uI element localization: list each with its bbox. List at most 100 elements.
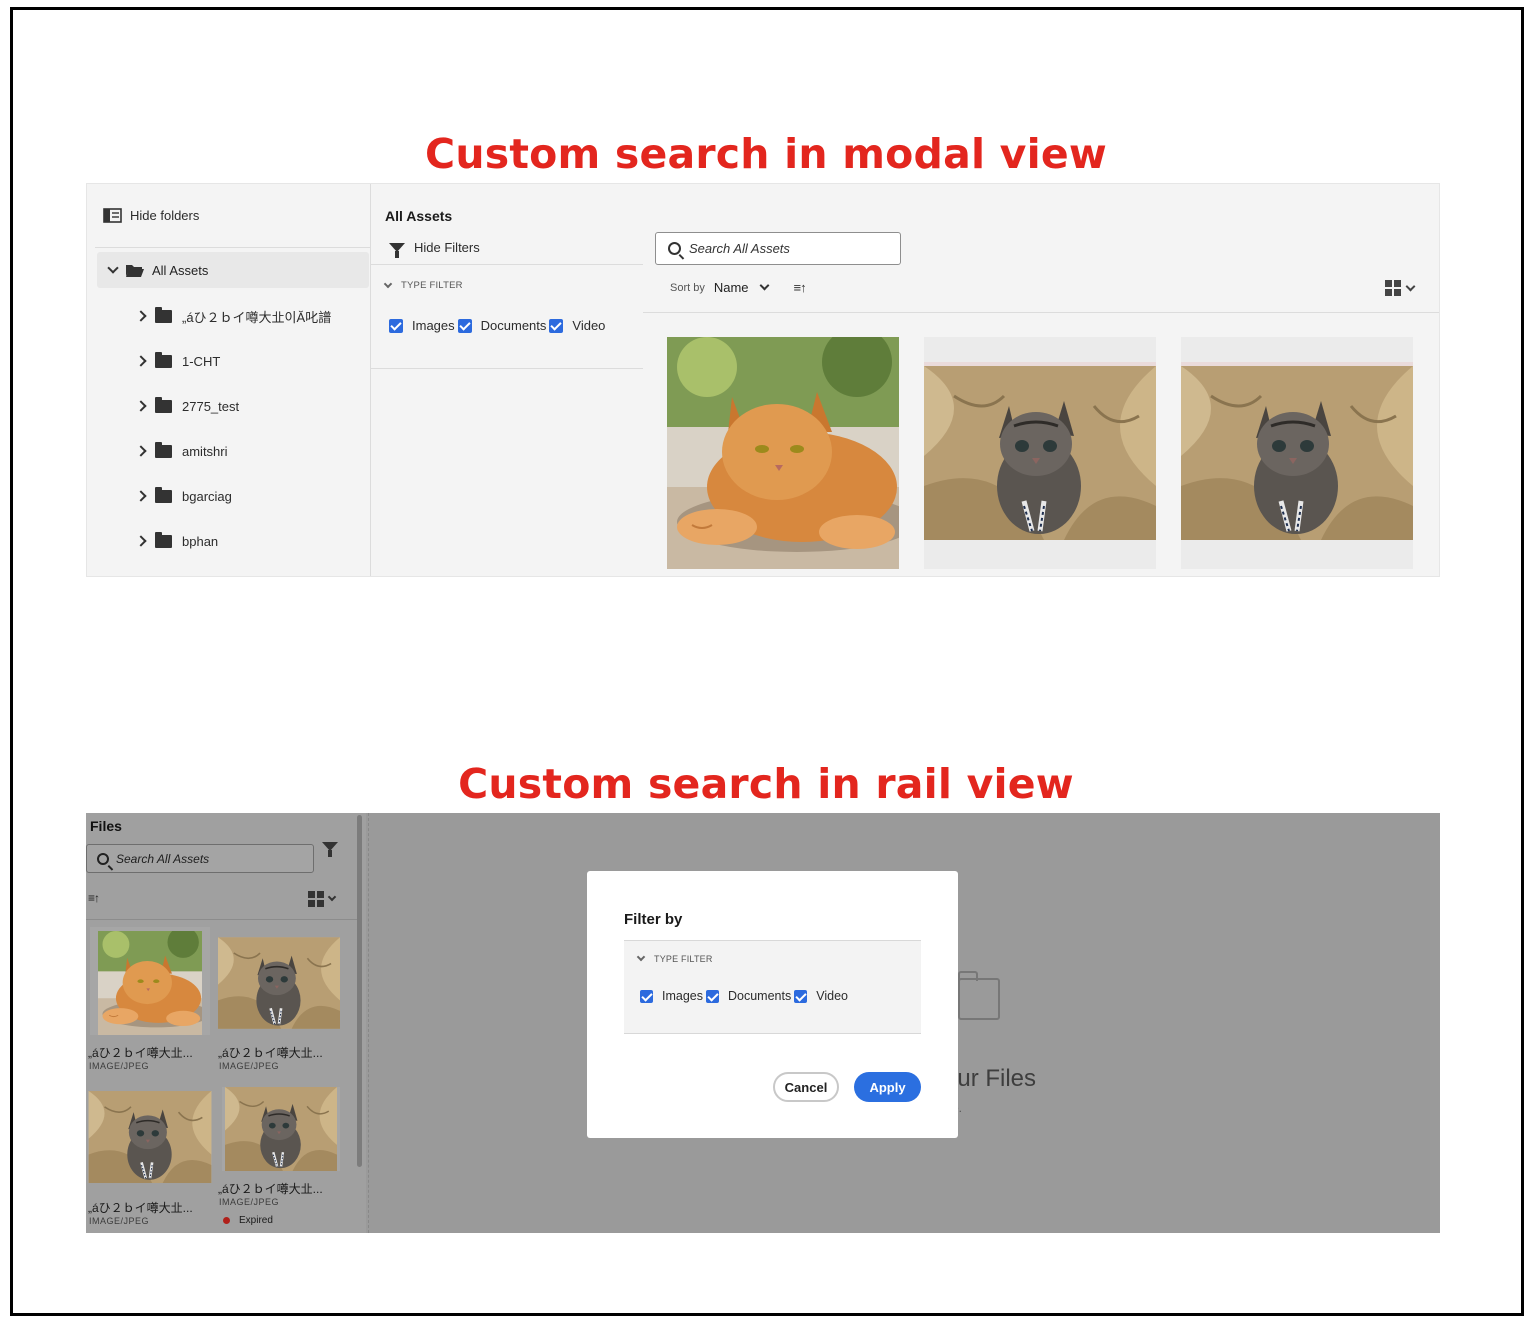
asset-thumbnail-tabby-kitten[interactable] xyxy=(218,937,340,1029)
modal-view-heading: Custom search in modal view xyxy=(425,130,1107,178)
hide-filters-button[interactable]: Hide Filters xyxy=(389,240,480,258)
type-filter-toggle[interactable]: TYPE FILTER xyxy=(636,952,713,964)
cancel-button[interactable]: Cancel xyxy=(773,1072,839,1102)
view-mode-toggle[interactable] xyxy=(308,891,337,907)
search-input[interactable]: Search All Assets xyxy=(655,232,901,265)
tree-item-folder[interactable]: 2775_test xyxy=(135,396,240,416)
files-rail: Files Search All Assets ≡↑ „áひ２ｂイ噂大㐀... … xyxy=(86,813,366,1233)
tree-item-label: All Assets xyxy=(152,262,209,278)
chevron-down-icon[interactable] xyxy=(107,262,119,274)
chevron-down-icon[interactable] xyxy=(759,280,769,291)
panel-title: All Assets xyxy=(385,208,453,224)
images-label: Images xyxy=(662,989,703,1003)
divider xyxy=(371,264,643,265)
hide-filters-label: Hide Filters xyxy=(414,240,480,255)
grid-view-icon xyxy=(308,891,324,907)
asset-name: „áひ２ｂイ噂大㐀... xyxy=(88,1046,193,1060)
search-placeholder: Search All Assets xyxy=(116,851,210,866)
chevron-right-icon[interactable] xyxy=(135,355,147,367)
asset-thumbnail-tabby-kitten[interactable] xyxy=(88,1091,212,1183)
documents-label: Documents xyxy=(480,318,547,333)
asset-thumbnail-ginger-cat[interactable] xyxy=(90,927,210,1035)
apply-button[interactable]: Apply xyxy=(854,1072,921,1102)
images-checkbox[interactable] xyxy=(389,318,403,333)
type-filter-label: TYPE FILTER xyxy=(401,280,463,291)
tree-item-folder[interactable]: bgarciag xyxy=(135,486,232,506)
filter-icon xyxy=(389,243,405,258)
hide-folders-button[interactable]: Hide folders xyxy=(103,208,199,223)
type-filter-options: Images Documents Video xyxy=(640,989,851,1003)
sort-direction-icon[interactable]: ≡↑ xyxy=(88,891,100,905)
video-label: Video xyxy=(816,989,848,1003)
filter-icon xyxy=(322,842,338,868)
folder-label: bgarciag xyxy=(182,488,232,504)
images-checkbox[interactable] xyxy=(640,989,653,1003)
asset-thumbnail-tabby-kitten[interactable] xyxy=(924,337,1156,569)
folder-icon xyxy=(155,351,172,368)
resize-handle[interactable] xyxy=(368,813,369,1233)
video-checkbox[interactable] xyxy=(794,989,808,1003)
tabby-kitten-image xyxy=(924,362,1156,569)
tabby-kitten-image xyxy=(88,1091,212,1183)
asset-thumbnail-tabby-kitten[interactable] xyxy=(222,1087,340,1171)
folder-icon xyxy=(155,486,172,503)
modal-asset-selector: Hide folders All Assets „áひ２ｂイ噂大㐀이Ă叱譜 1-… xyxy=(86,183,1440,577)
documents-checkbox[interactable] xyxy=(457,318,472,333)
chevron-right-icon[interactable] xyxy=(135,535,147,547)
tree-item-folder[interactable]: bphan xyxy=(135,531,219,551)
documents-checkbox[interactable] xyxy=(706,989,719,1003)
hide-folders-label: Hide folders xyxy=(130,208,200,223)
filter-dialog: Filter by TYPE FILTER Images Documents V… xyxy=(587,871,958,1138)
expired-status: Expired xyxy=(223,1215,273,1226)
tree-item-folder[interactable]: 1-CHT xyxy=(135,351,221,371)
divider xyxy=(643,312,1439,313)
tree-item-folder[interactable]: „áひ２ｂイ噂大㐀이Ă叱譜 xyxy=(135,306,331,326)
chevron-down-icon xyxy=(383,279,393,288)
asset-thumbnail-tabby-kitten[interactable] xyxy=(1181,337,1413,569)
divider xyxy=(371,368,643,369)
folder-label: 2775_test xyxy=(182,398,240,414)
rail-scrollbar[interactable] xyxy=(357,815,362,1167)
asset-type: IMAGE/JPEG xyxy=(89,1216,150,1226)
video-checkbox[interactable] xyxy=(549,318,564,333)
chevron-right-icon[interactable] xyxy=(135,445,147,457)
chevron-right-icon[interactable] xyxy=(135,400,147,412)
ginger-cat-image xyxy=(667,337,899,569)
chevron-down-icon xyxy=(636,952,646,962)
sort-control: Sort by Name ≡↑ xyxy=(670,280,807,295)
search-input[interactable]: Search All Assets xyxy=(86,844,314,873)
type-filter-panel: TYPE FILTER Images Documents Video xyxy=(624,940,921,1034)
asset-type: IMAGE/JPEG xyxy=(219,1197,280,1207)
chevron-right-icon[interactable] xyxy=(135,490,147,502)
sort-field-dropdown[interactable]: Name xyxy=(714,280,749,295)
sidebar-toggle-icon xyxy=(103,208,122,223)
tree-item-all-assets[interactable]: All Assets xyxy=(97,252,369,288)
chevron-down-icon xyxy=(1405,281,1416,291)
asset-thumbnail-ginger-cat[interactable] xyxy=(667,337,899,569)
video-label: Video xyxy=(572,318,606,333)
search-placeholder: Search All Assets xyxy=(689,241,790,256)
divider xyxy=(95,247,370,248)
view-mode-toggle[interactable] xyxy=(1385,280,1416,296)
tabby-kitten-image xyxy=(1181,362,1413,569)
folder-label: bphan xyxy=(182,533,219,549)
type-filter-toggle[interactable]: TYPE FILTER xyxy=(383,279,463,291)
expired-label: Expired xyxy=(239,1215,273,1226)
filter-button[interactable] xyxy=(322,842,338,869)
folder-pane: Hide folders All Assets „áひ２ｂイ噂大㐀이Ă叱譜 1-… xyxy=(87,184,371,576)
folder-icon xyxy=(155,396,172,413)
folder-label: 1-CHT xyxy=(182,353,221,369)
search-icon xyxy=(97,852,109,865)
dialog-title: Filter by xyxy=(624,911,683,928)
tree-item-folder[interactable]: amitshri xyxy=(135,441,228,461)
tabby-kitten-image xyxy=(218,937,340,1029)
chevron-right-icon[interactable] xyxy=(135,310,147,322)
sort-direction-icon[interactable]: ≡↑ xyxy=(794,280,807,295)
search-icon xyxy=(668,242,681,255)
folder-label: amitshri xyxy=(182,443,228,459)
tabby-kitten-image xyxy=(223,1087,339,1171)
folder-icon xyxy=(155,531,172,548)
ginger-cat-image xyxy=(98,931,202,1035)
documents-label: Documents xyxy=(728,989,792,1003)
rail-title: Files xyxy=(90,818,122,834)
